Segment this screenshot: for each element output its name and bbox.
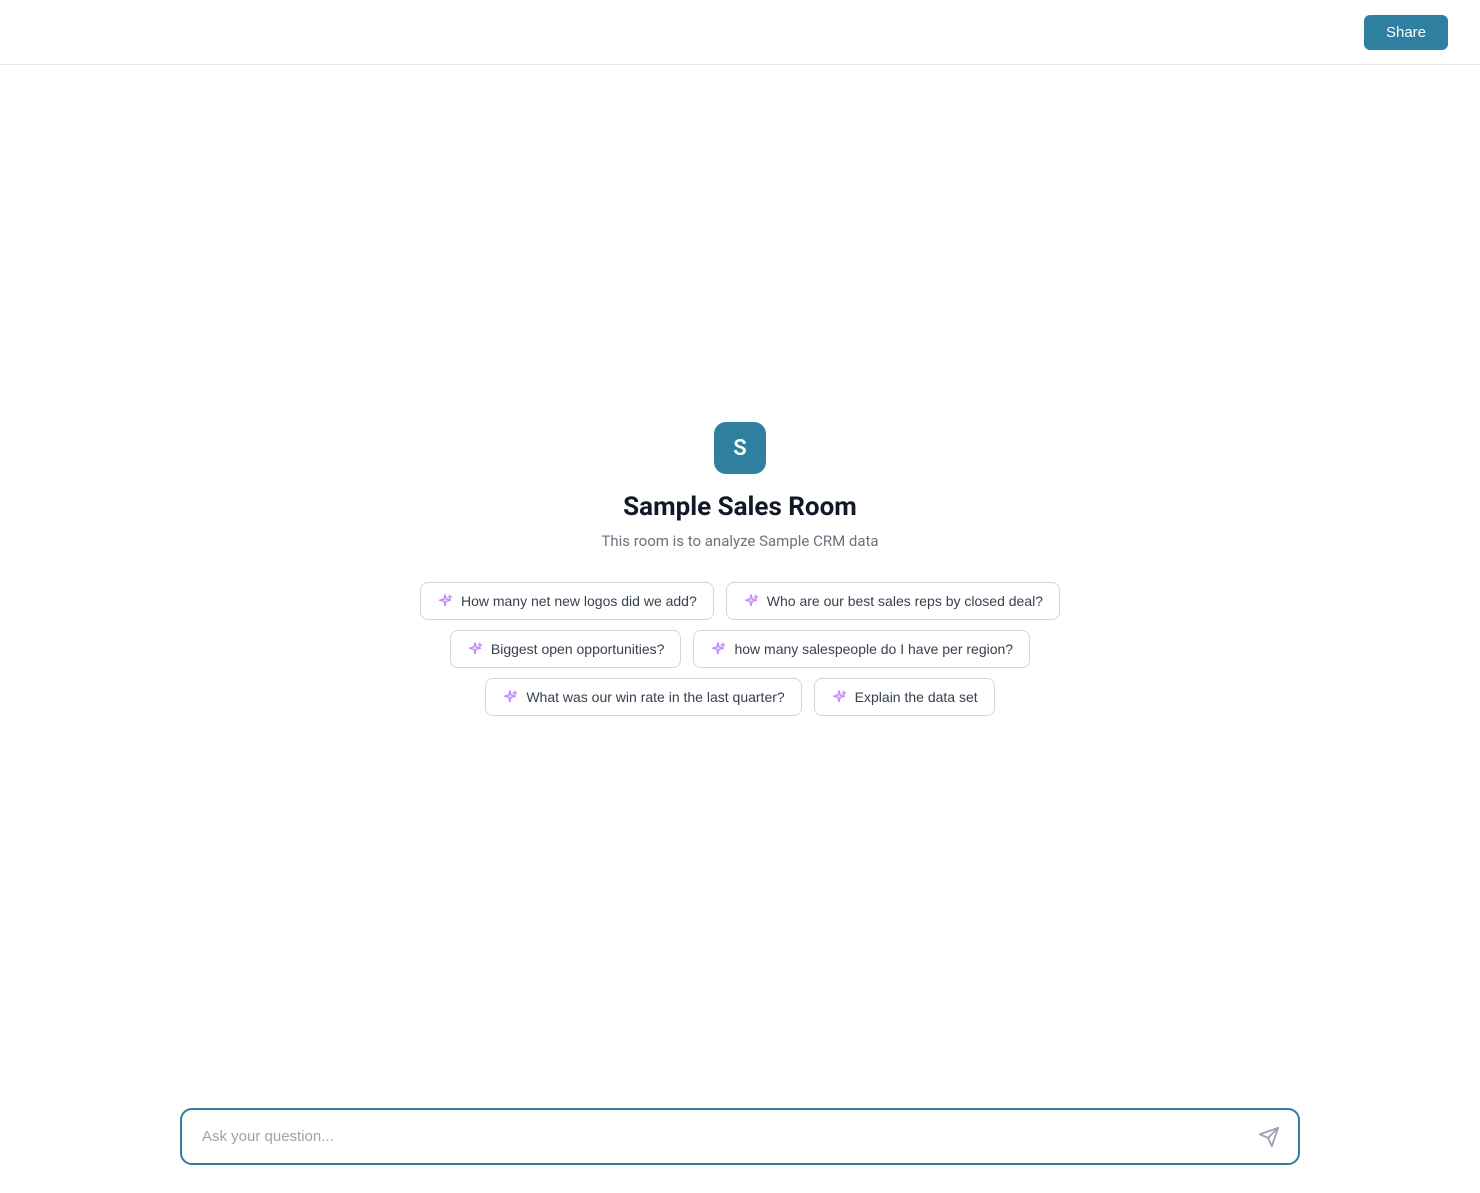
sparkle-icon-6	[831, 689, 847, 705]
suggestions-container: How many net new logos did we add? Who a…	[420, 582, 1060, 716]
suggestions-row-3: What was our win rate in the last quarte…	[485, 678, 994, 716]
suggestions-row-2: Biggest open opportunities? how many sal…	[450, 630, 1030, 668]
suggestion-explain-data[interactable]: Explain the data set	[814, 678, 995, 716]
send-icon	[1258, 1126, 1280, 1148]
sparkle-icon-5	[502, 689, 518, 705]
share-button[interactable]: Share	[1364, 15, 1448, 50]
suggestion-best-reps-label: Who are our best sales reps by closed de…	[767, 593, 1043, 609]
sparkle-icon-2	[743, 593, 759, 609]
main-content: S Sample Sales Room This room is to anal…	[0, 0, 1480, 1193]
question-input[interactable]	[182, 1110, 1298, 1163]
suggestion-win-rate-label: What was our win rate in the last quarte…	[526, 689, 784, 705]
suggestion-net-logos-label: How many net new logos did we add?	[461, 593, 697, 609]
suggestion-best-reps[interactable]: Who are our best sales reps by closed de…	[726, 582, 1060, 620]
send-button[interactable]	[1254, 1122, 1284, 1152]
suggestion-net-logos[interactable]: How many net new logos did we add?	[420, 582, 714, 620]
input-area	[0, 1088, 1480, 1193]
room-title: Sample Sales Room	[623, 492, 857, 522]
sparkle-icon	[437, 593, 453, 609]
sparkle-icon-4	[710, 641, 726, 657]
room-subtitle: This room is to analyze Sample CRM data	[601, 532, 878, 550]
suggestion-explain-data-label: Explain the data set	[855, 689, 978, 705]
suggestions-row-1: How many net new logos did we add? Who a…	[420, 582, 1060, 620]
suggestion-win-rate[interactable]: What was our win rate in the last quarte…	[485, 678, 801, 716]
suggestion-salespeople-region-label: how many salespeople do I have per regio…	[734, 641, 1013, 657]
room-icon: S	[714, 422, 766, 474]
suggestion-open-opps[interactable]: Biggest open opportunities?	[450, 630, 682, 668]
input-wrapper	[180, 1108, 1300, 1165]
suggestion-open-opps-label: Biggest open opportunities?	[491, 641, 665, 657]
sparkle-icon-3	[467, 641, 483, 657]
header: Share	[0, 0, 1480, 65]
suggestion-salespeople-region[interactable]: how many salespeople do I have per regio…	[693, 630, 1030, 668]
center-section: S Sample Sales Room This room is to anal…	[420, 422, 1060, 716]
